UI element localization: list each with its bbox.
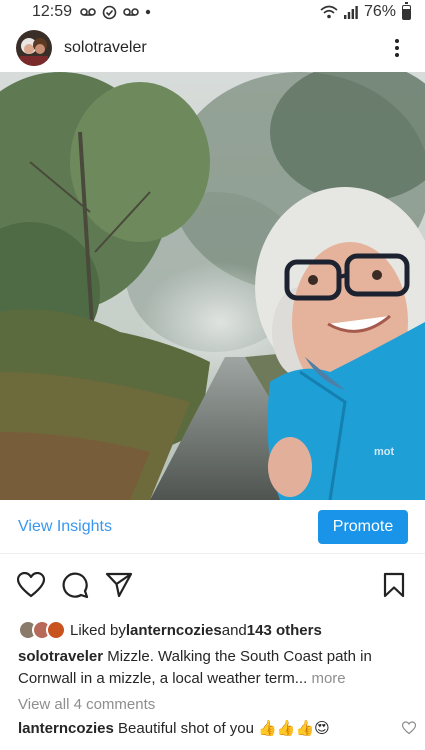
voicemail-icon	[80, 8, 96, 16]
heart-icon[interactable]	[16, 570, 46, 600]
likes-line[interactable]: Liked by lanterncozies and 143 others	[18, 617, 322, 643]
liker-username[interactable]: lanterncozies	[126, 622, 222, 639]
battery-icon	[402, 1, 411, 20]
battery-percent: 76%	[363, 3, 396, 20]
dot-icon	[145, 9, 151, 15]
caption-more-link[interactable]: more	[307, 670, 345, 687]
status-bar: 12:59 76%	[0, 0, 425, 24]
check-circle-icon	[102, 5, 117, 19]
post-photo[interactable]: mot	[0, 72, 425, 500]
comment-row: lanterncozies Beautiful shot of you 👍👍👍😍	[18, 719, 416, 737]
likes-and: and	[221, 621, 247, 639]
signal-icon	[343, 6, 358, 19]
avatar[interactable]	[16, 30, 52, 66]
voicemail-icon	[123, 8, 139, 16]
share-icon[interactable]	[104, 570, 134, 600]
comment-like-heart-icon[interactable]	[402, 721, 416, 735]
post-caption: solotraveler Mizzle. Walking the South C…	[18, 646, 408, 690]
wifi-icon	[320, 5, 338, 19]
post-username[interactable]: solotraveler	[64, 39, 385, 57]
post-actions	[0, 562, 425, 608]
view-insights-link[interactable]: View Insights	[18, 518, 112, 536]
comment-username[interactable]: lanterncozies	[18, 720, 114, 737]
likes-others-count[interactable]: 143 others	[247, 622, 322, 639]
likes-prefix: Liked by	[70, 621, 126, 639]
clock: 12:59	[32, 3, 73, 20]
liker-avatars	[18, 620, 66, 640]
comment-icon[interactable]	[60, 570, 90, 600]
more-vertical-icon[interactable]	[385, 36, 409, 60]
bookmark-icon[interactable]	[379, 570, 409, 600]
caption-username[interactable]: solotraveler	[18, 648, 103, 665]
comment-text: Beautiful shot of you 👍👍👍😍	[113, 720, 330, 737]
view-all-comments-link[interactable]: View all 4 comments	[18, 696, 155, 713]
post-header: solotraveler	[0, 24, 425, 72]
promote-button[interactable]: Promote	[318, 509, 408, 544]
insights-bar: View Insights Promote	[0, 500, 425, 554]
svg-text:mot: mot	[374, 446, 395, 458]
